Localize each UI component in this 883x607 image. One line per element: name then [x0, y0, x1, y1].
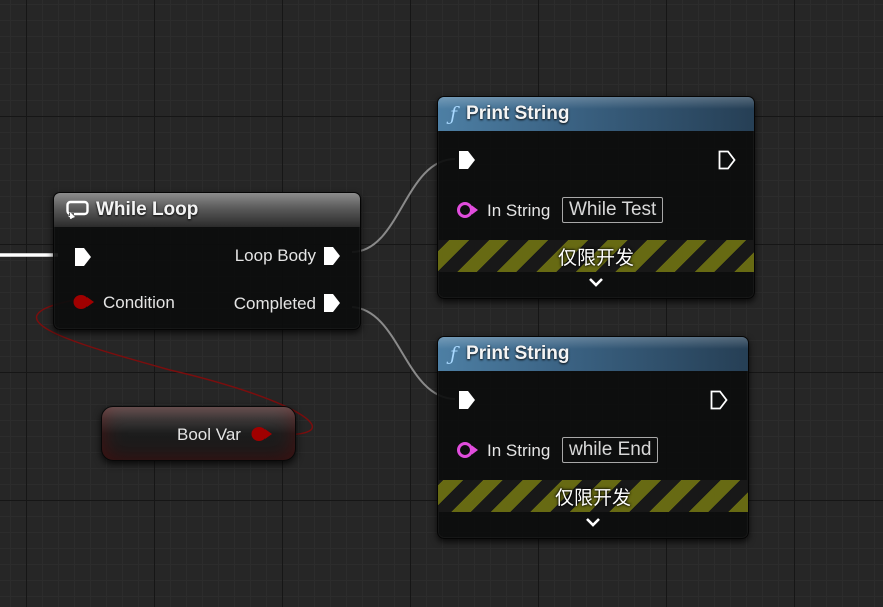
print-string-2-exec-out-pin[interactable]: [710, 390, 728, 410]
while-loop-title: While Loop: [96, 199, 199, 220]
chevron-down-icon[interactable]: [585, 516, 601, 528]
loop-body-pin[interactable]: [323, 246, 341, 266]
function-icon: ƒ: [450, 343, 458, 365]
chevron-down-icon[interactable]: [588, 276, 604, 288]
bool-var-label: Bool Var: [177, 425, 241, 444]
print-string-2-title: Print String: [466, 343, 570, 364]
loop-body-label: Loop Body: [234, 246, 316, 265]
print-string-1-header[interactable]: ƒ Print String: [438, 97, 754, 131]
print-string-1-string-pin[interactable]: [456, 201, 480, 219]
bool-var-node[interactable]: Bool Var: [101, 406, 296, 461]
print-string-2-in-string-label: In String: [487, 441, 551, 460]
condition-pin[interactable]: [73, 294, 95, 310]
condition-label: Condition: [103, 293, 175, 312]
loop-icon: [66, 200, 90, 220]
print-string-1-dev-only-label: 仅限开发: [557, 246, 634, 269]
completed-pin[interactable]: [323, 293, 341, 313]
print-string-1-in-string-input[interactable]: While Test: [562, 197, 664, 223]
while-loop-node[interactable]: While Loop Condition Loop Body Completed: [53, 192, 361, 330]
print-string-1-exec-out-pin[interactable]: [718, 150, 736, 170]
print-string-2-exec-in-pin[interactable]: [458, 390, 476, 410]
print-string-node-1[interactable]: ƒ Print String In String While Test 仅限开发: [437, 96, 755, 299]
print-string-2-header[interactable]: ƒ Print String: [438, 337, 748, 371]
print-string-2-dev-only-banner: 仅限开发: [438, 480, 748, 512]
function-icon: ƒ: [450, 103, 458, 125]
while-loop-header[interactable]: While Loop: [54, 193, 360, 227]
print-string-1-title: Print String: [466, 103, 570, 124]
print-string-1-exec-in-pin[interactable]: [458, 150, 476, 170]
print-string-2-dev-only-label: 仅限开发: [554, 486, 631, 509]
print-string-1-in-string-label: In String: [487, 201, 551, 220]
completed-label: Completed: [233, 294, 316, 313]
print-string-2-in-string-input[interactable]: while End: [562, 437, 659, 463]
exec-in-pin[interactable]: [74, 247, 92, 267]
print-string-2-string-pin[interactable]: [456, 441, 480, 459]
print-string-node-2[interactable]: ƒ Print String In String while End 仅限开发: [437, 336, 749, 539]
print-string-1-dev-only-banner: 仅限开发: [438, 240, 754, 272]
bool-var-output-pin[interactable]: [251, 426, 273, 442]
